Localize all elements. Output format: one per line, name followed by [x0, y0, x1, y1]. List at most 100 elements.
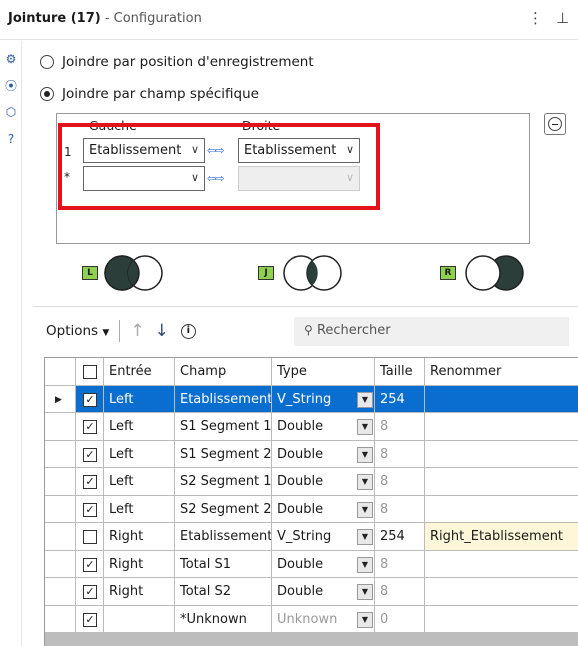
include-checkbox[interactable]: ✓	[83, 420, 97, 434]
search-icon: ⚲	[304, 323, 313, 337]
size-cell[interactable]: 8	[375, 413, 425, 441]
move-up-icon[interactable]: ↑	[130, 321, 144, 341]
input-cell	[104, 605, 175, 633]
size-cell[interactable]: 254	[375, 523, 425, 551]
search-input[interactable]: ⚲ Rechercher	[294, 317, 569, 346]
radio-button[interactable]	[40, 87, 54, 101]
radio-button[interactable]	[40, 55, 54, 69]
row-header[interactable]: ▶	[45, 385, 76, 413]
info-icon[interactable]: i	[180, 323, 196, 339]
field-cell: Total S1	[175, 550, 272, 578]
column-header-size[interactable]: Taille	[375, 358, 425, 386]
venn-right-icon	[465, 255, 524, 291]
type-dropdown-arrow-icon[interactable]: ▼	[357, 529, 373, 545]
include-checkbox[interactable]: ✓	[83, 392, 97, 407]
sidebar: ⚙ ⦿ ⬡ ?	[0, 41, 22, 646]
rename-cell[interactable]	[425, 468, 578, 496]
input-cell: Left	[104, 495, 175, 523]
join-by-field-option[interactable]: Joindre par champ spécifique	[40, 86, 259, 102]
help-icon[interactable]: ?	[4, 132, 18, 146]
rename-cell[interactable]	[425, 496, 578, 523]
rename-cell[interactable]	[425, 578, 578, 606]
remove-row-button[interactable]	[544, 113, 566, 135]
input-cell: Right	[104, 578, 175, 606]
options-menu-button[interactable]: Options ▼	[46, 323, 109, 339]
size-cell[interactable]: 8	[375, 440, 425, 468]
include-checkbox[interactable]: ✓	[83, 502, 97, 517]
rename-cell[interactable]	[425, 441, 578, 468]
select-all-checkbox[interactable]	[83, 365, 97, 379]
column-header-type[interactable]: Type	[272, 358, 375, 386]
rename-cell[interactable]: Right_Etablissement	[425, 523, 578, 551]
type-dropdown-arrow-icon[interactable]: ▼	[357, 584, 373, 600]
pin-icon[interactable]: ⊥	[556, 9, 569, 27]
type-dropdown-arrow-icon[interactable]: ▼	[357, 446, 373, 463]
field-cell: S1 Segment 1	[175, 413, 272, 441]
input-cell: Left	[104, 440, 175, 468]
table-footer	[45, 632, 578, 646]
size-cell[interactable]: 8	[375, 550, 425, 578]
size-cell[interactable]: 8	[375, 495, 425, 523]
input-cell: Left	[104, 413, 175, 441]
type-dropdown-arrow-icon[interactable]: ▼	[357, 391, 373, 408]
row-header[interactable]	[45, 495, 76, 523]
row-header[interactable]	[45, 468, 76, 496]
input-cell: Left	[104, 385, 175, 413]
field-cell: S1 Segment 2	[175, 440, 272, 468]
include-checkbox[interactable]: ✓	[83, 475, 97, 489]
left-join-output[interactable]: L	[82, 253, 172, 293]
highlight-rectangle	[58, 123, 380, 210]
size-cell[interactable]: 254	[375, 385, 425, 413]
more-options-icon[interactable]: ⋮	[528, 9, 543, 27]
field-cell: Etablissement	[175, 523, 272, 551]
fields-table: Entrée Champ Type Taille Renommer ▶ ✓ Le…	[44, 357, 578, 646]
inner-join-output[interactable]: J	[258, 253, 348, 293]
field-cell: S2 Segment 2	[175, 495, 272, 523]
join-by-position-option[interactable]: Joindre par position d'enregistrement	[40, 54, 314, 70]
column-header-rename[interactable]: Renommer	[425, 358, 578, 386]
row-header[interactable]	[45, 523, 76, 551]
size-cell[interactable]: 8	[375, 468, 425, 496]
input-cell: Left	[104, 468, 175, 496]
rename-cell[interactable]	[425, 606, 578, 633]
field-cell: Etablissement	[175, 385, 272, 413]
rename-cell[interactable]	[425, 551, 578, 578]
venn-inner-icon	[283, 255, 342, 291]
divider	[33, 306, 578, 307]
type-dropdown-arrow-icon[interactable]: ▼	[357, 474, 373, 490]
field-cell: Total S2	[175, 578, 272, 606]
column-header-field[interactable]: Champ	[175, 358, 272, 386]
rename-cell[interactable]	[425, 413, 578, 441]
include-checkbox[interactable]: ✓	[83, 557, 97, 572]
include-checkbox[interactable]: ✓	[83, 612, 97, 627]
type-dropdown-arrow-icon[interactable]: ▼	[357, 419, 373, 435]
tag-icon[interactable]: ⬡	[4, 105, 18, 119]
row-header[interactable]	[45, 550, 76, 578]
include-checkbox[interactable]: ✓	[83, 447, 97, 462]
input-cell: Right	[104, 523, 175, 551]
venn-left-icon	[104, 255, 163, 291]
window-title: Jointure (17) - Configuration	[8, 11, 202, 26]
column-header-input[interactable]: Entrée	[104, 358, 175, 386]
rename-cell[interactable]	[425, 385, 578, 413]
field-cell: S2 Segment 1	[175, 468, 272, 496]
minus-icon	[548, 117, 562, 131]
tool-icon[interactable]: ⦿	[4, 79, 18, 93]
size-cell[interactable]: 0	[375, 605, 425, 633]
row-header[interactable]	[45, 578, 76, 606]
type-dropdown-arrow-icon[interactable]: ▼	[357, 556, 373, 573]
row-header[interactable]	[45, 605, 76, 633]
field-toolbar: Options ▼ ↑ ↓ i	[46, 318, 196, 344]
type-dropdown-arrow-icon[interactable]: ▼	[357, 501, 373, 518]
size-cell[interactable]: 8	[375, 578, 425, 606]
right-join-output[interactable]: R	[440, 253, 530, 293]
move-down-icon[interactable]: ↓	[155, 321, 169, 341]
type-dropdown-arrow-icon[interactable]: ▼	[357, 611, 373, 628]
row-header[interactable]	[45, 440, 76, 468]
row-header[interactable]	[45, 413, 76, 441]
input-cell: Right	[104, 550, 175, 578]
gear-icon[interactable]: ⚙	[4, 52, 18, 66]
include-checkbox[interactable]	[83, 530, 97, 544]
field-cell: *Unknown	[175, 605, 272, 633]
include-checkbox[interactable]: ✓	[83, 585, 97, 599]
